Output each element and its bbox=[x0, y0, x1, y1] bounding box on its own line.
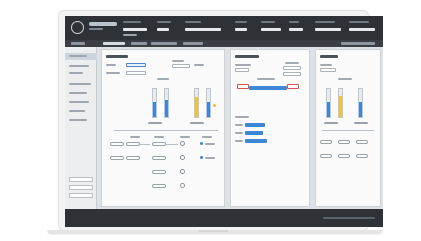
valve-icon[interactable] bbox=[180, 169, 185, 174]
header-stat-7 bbox=[315, 21, 343, 37]
input-field[interactable] bbox=[320, 68, 336, 72]
panel-title bbox=[106, 55, 128, 58]
header-stat-8 bbox=[349, 21, 377, 37]
input-field[interactable] bbox=[235, 68, 249, 72]
sidebar-item-2[interactable] bbox=[69, 65, 89, 67]
laptop-notch bbox=[198, 230, 228, 232]
panel-title bbox=[235, 55, 259, 58]
brand-subtitle bbox=[89, 28, 103, 30]
header-stat-3 bbox=[185, 21, 225, 37]
pill-button[interactable] bbox=[152, 142, 166, 146]
tab-4[interactable] bbox=[151, 42, 177, 45]
tank-gauge bbox=[194, 88, 199, 118]
panel-title bbox=[320, 55, 338, 58]
header-stat-2 bbox=[157, 21, 181, 37]
alarm-field[interactable] bbox=[287, 84, 299, 89]
panel-middle bbox=[230, 49, 310, 207]
app-footer bbox=[65, 209, 383, 227]
pill-button[interactable] bbox=[110, 156, 124, 160]
tab-5[interactable] bbox=[183, 42, 203, 45]
input-field[interactable] bbox=[126, 71, 146, 75]
valve-icon[interactable] bbox=[180, 155, 185, 160]
sidebar-button-3[interactable] bbox=[69, 193, 93, 198]
panel-right bbox=[315, 49, 381, 207]
sidebar-button-2[interactable] bbox=[69, 185, 93, 190]
progress-bar bbox=[249, 86, 287, 90]
sidebar-button-1[interactable] bbox=[69, 177, 93, 182]
input-field[interactable] bbox=[126, 63, 146, 67]
level-bar bbox=[245, 131, 263, 135]
valve-icon[interactable] bbox=[180, 183, 185, 188]
pill-button[interactable] bbox=[356, 140, 368, 144]
sidebar-item-5[interactable] bbox=[69, 92, 87, 94]
main-content bbox=[65, 47, 383, 209]
toolbar bbox=[65, 40, 383, 47]
sidebar-item-6[interactable] bbox=[69, 101, 89, 103]
sidebar-item-3[interactable] bbox=[69, 72, 83, 74]
footer-text bbox=[323, 217, 375, 219]
tab-3[interactable] bbox=[131, 42, 147, 45]
laptop-screen bbox=[65, 16, 383, 227]
pill-button[interactable] bbox=[320, 154, 332, 158]
sidebar-item-7[interactable] bbox=[69, 110, 85, 112]
sidebar-item-1[interactable] bbox=[69, 55, 87, 57]
header-stat-6 bbox=[289, 21, 307, 37]
input-field[interactable] bbox=[283, 72, 301, 76]
sidebar-item-4[interactable] bbox=[69, 83, 91, 85]
input-field[interactable] bbox=[283, 66, 301, 70]
pill-button[interactable] bbox=[356, 154, 368, 158]
tab-2[interactable] bbox=[103, 42, 125, 45]
header-stat-1 bbox=[123, 21, 149, 37]
level-bar bbox=[245, 139, 267, 143]
pill-button[interactable] bbox=[126, 156, 140, 160]
alarm-field[interactable] bbox=[237, 84, 249, 89]
pill-button[interactable] bbox=[338, 154, 350, 158]
pill-button[interactable] bbox=[152, 170, 166, 174]
pill-button[interactable] bbox=[320, 140, 332, 144]
app-header bbox=[65, 16, 383, 40]
sidebar bbox=[65, 47, 97, 209]
sidebar-item-8[interactable] bbox=[69, 119, 87, 121]
level-bar bbox=[245, 123, 265, 127]
brand-logo-icon bbox=[71, 21, 84, 34]
tank-gauge bbox=[152, 88, 157, 118]
tank-gauge bbox=[326, 88, 331, 118]
header-stat-5 bbox=[261, 21, 285, 37]
panel-left bbox=[101, 49, 225, 207]
toolbar-right-controls[interactable] bbox=[341, 42, 375, 45]
tank-gauge bbox=[164, 88, 169, 118]
pill-button[interactable] bbox=[338, 140, 350, 144]
valve-icon[interactable] bbox=[180, 141, 185, 146]
pill-button[interactable] bbox=[152, 184, 166, 188]
tank-gauge bbox=[206, 88, 211, 118]
status-dot bbox=[213, 104, 216, 107]
tab-1[interactable] bbox=[71, 42, 85, 45]
header-stat-4 bbox=[235, 21, 257, 37]
input-field[interactable] bbox=[172, 64, 190, 68]
pill-button[interactable] bbox=[110, 142, 124, 146]
pill-button[interactable] bbox=[126, 142, 140, 146]
brand-wordmark bbox=[89, 22, 117, 26]
tank-gauge bbox=[338, 88, 343, 118]
tank-gauge bbox=[358, 88, 363, 118]
pill-button[interactable] bbox=[152, 156, 166, 160]
